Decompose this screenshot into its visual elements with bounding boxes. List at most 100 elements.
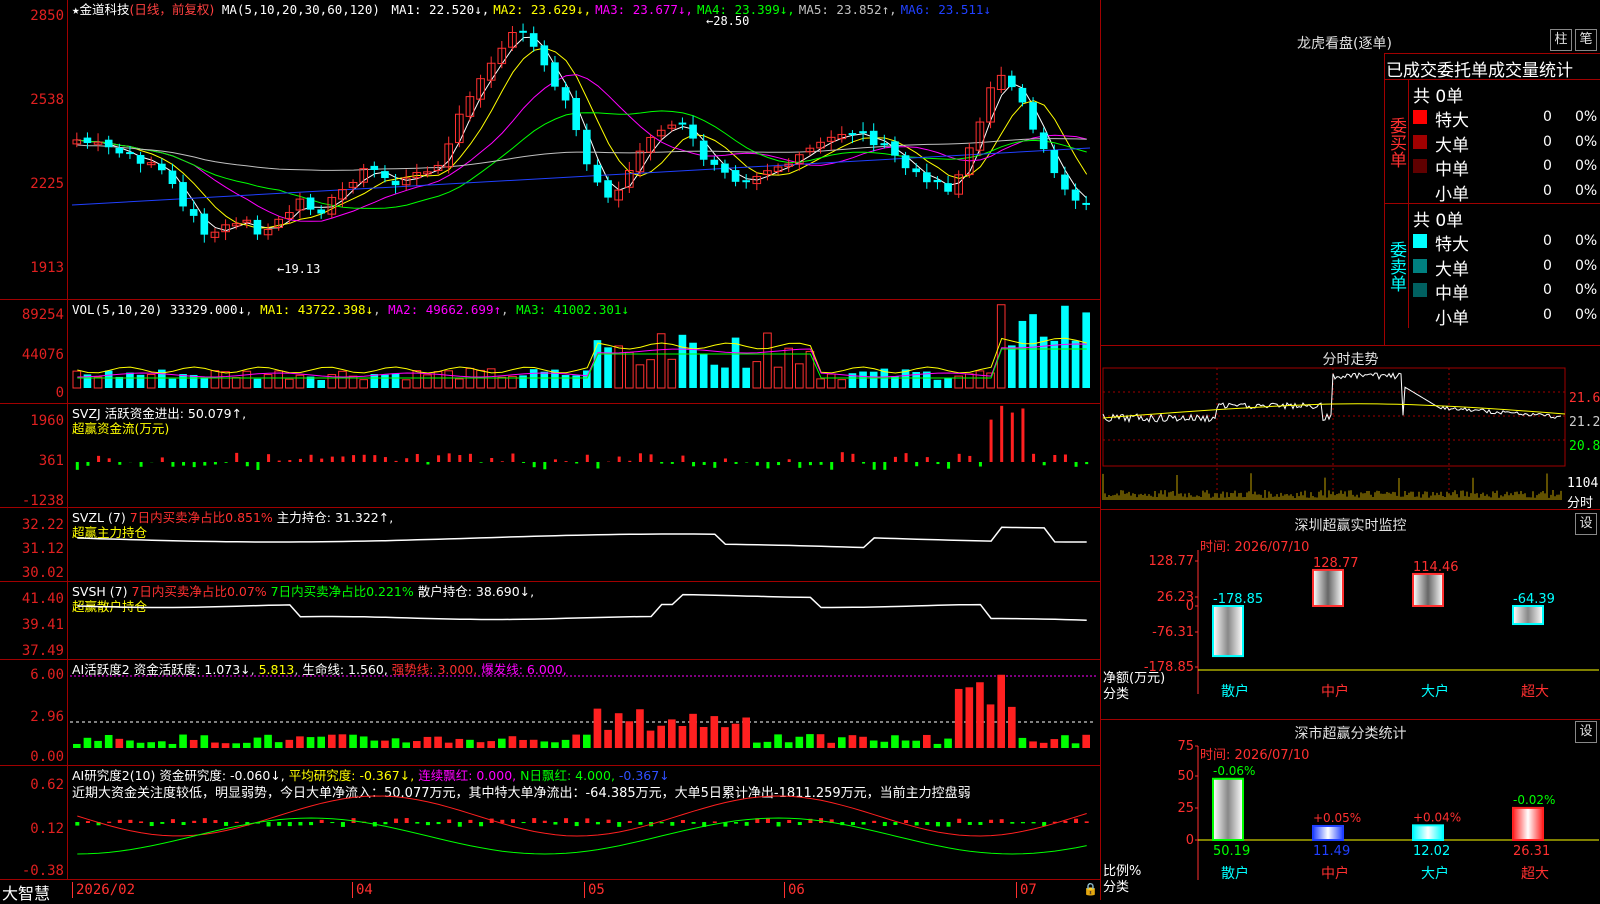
activity-bar bbox=[944, 739, 952, 748]
volume-bar bbox=[424, 375, 432, 388]
candle-down bbox=[902, 155, 910, 168]
buy-total: 共 0单 bbox=[1413, 82, 1463, 107]
longhu-header: 已成交委托单成交量统计 bbox=[1386, 56, 1573, 81]
bar-mode-button[interactable]: 柱 bbox=[1550, 29, 1572, 51]
x-label: 07 bbox=[1016, 882, 1037, 898]
longhu-title: 龙虎看盘(逐单) bbox=[1297, 33, 1392, 53]
research-bar bbox=[468, 820, 472, 823]
candle-down bbox=[1008, 76, 1016, 87]
row-color-swatch bbox=[1413, 184, 1427, 198]
activity-bar bbox=[817, 734, 825, 748]
candle-down bbox=[604, 180, 612, 197]
ai-active-bars[interactable] bbox=[0, 660, 1100, 766]
row-pct: 0% bbox=[1575, 255, 1597, 277]
ai-active-pane[interactable]: 6.00 2.96 0.00 AI活跃度2 资金活跃度: 1.073↓, 5.8… bbox=[0, 660, 1100, 766]
svzj-bars[interactable] bbox=[0, 404, 1100, 508]
candle-down bbox=[1061, 175, 1069, 190]
svzl-pane[interactable]: 32.22 31.12 30.02 SVZL (7) 7日内买卖净占比0.851… bbox=[0, 508, 1100, 582]
change-label: +0.05% bbox=[1313, 811, 1361, 825]
volume-bars[interactable] bbox=[0, 300, 1100, 404]
kline-chart[interactable] bbox=[0, 0, 1100, 300]
svsh-pane[interactable]: 41.40 39.41 37.49 SVSH (7) 7日内买卖净占比0.07%… bbox=[0, 582, 1100, 660]
row-count: 0 bbox=[1543, 131, 1552, 153]
research-bar bbox=[426, 822, 430, 825]
intraday-panel[interactable]: 分时走势 21.68 21.27 20.86 1104 分时 bbox=[1100, 346, 1600, 510]
volume-bar bbox=[73, 371, 81, 388]
category-label: 散户 bbox=[1221, 865, 1249, 882]
research-bar bbox=[787, 820, 791, 823]
research-bar bbox=[182, 822, 186, 825]
volume-bar bbox=[477, 370, 485, 388]
research-bar bbox=[543, 821, 547, 823]
activity-bar bbox=[1019, 738, 1027, 748]
vol-tick: 1104 bbox=[1567, 476, 1598, 491]
ai-research-bars[interactable] bbox=[0, 766, 1100, 880]
activity-bar bbox=[668, 719, 676, 748]
flow-bar bbox=[681, 456, 684, 462]
sell-total: 共 0单 bbox=[1413, 206, 1463, 231]
flow-bar bbox=[1053, 455, 1056, 462]
flow-bar bbox=[448, 453, 451, 462]
flow-bar bbox=[171, 462, 174, 467]
activity-bar bbox=[721, 727, 729, 748]
flow-bar bbox=[384, 457, 387, 462]
activity-bar bbox=[254, 738, 262, 748]
flow-bar bbox=[596, 462, 599, 468]
flow-bar bbox=[990, 420, 993, 462]
research-bar bbox=[150, 822, 154, 826]
activity-bar bbox=[424, 737, 432, 748]
tick-mode-button[interactable]: 笔 bbox=[1575, 29, 1597, 51]
holding-line bbox=[77, 595, 1086, 621]
research-bar bbox=[235, 822, 239, 823]
candle-down bbox=[541, 45, 549, 65]
activity-bar bbox=[243, 743, 251, 748]
row-count: 0 bbox=[1543, 279, 1552, 301]
flow-bar bbox=[650, 454, 653, 462]
volume-bar bbox=[94, 377, 102, 388]
activity-bar bbox=[84, 738, 92, 748]
lock-icon[interactable]: 🔒 bbox=[1083, 882, 1098, 896]
row-label: 中单 bbox=[1435, 279, 1469, 304]
svsh-line[interactable] bbox=[0, 582, 1100, 660]
flow-bar bbox=[76, 462, 79, 470]
svzl-line[interactable] bbox=[0, 508, 1100, 582]
activity-bar bbox=[849, 735, 857, 748]
ai-research-pane[interactable]: 0.62 0.12 -0.38 AI研究度2(10) 资金研究度: -0.060… bbox=[0, 766, 1100, 880]
x-axis: 大智慧 2026/02 04 05 06 07 🔒 bbox=[0, 880, 1100, 900]
activity-bar bbox=[806, 734, 814, 748]
activity-bar bbox=[827, 743, 835, 748]
research-bar bbox=[107, 822, 111, 823]
svzj-pane[interactable]: 1960 361 -1238 SVZJ 活跃资金进出: 50.079↑, 超赢资… bbox=[0, 404, 1100, 508]
volume-bar bbox=[615, 346, 623, 388]
candle-down bbox=[859, 131, 867, 133]
row-count: 0 bbox=[1543, 230, 1552, 252]
activity-bar bbox=[838, 737, 846, 748]
candle-down bbox=[126, 152, 134, 154]
flow-bar bbox=[161, 457, 164, 462]
activity-bar bbox=[519, 740, 527, 748]
candle-down bbox=[583, 130, 591, 164]
activity-bar bbox=[477, 742, 485, 748]
row-pct: 0% bbox=[1575, 131, 1597, 153]
value-label: -64.39 bbox=[1513, 592, 1555, 607]
flow-bar bbox=[968, 456, 971, 462]
value-label: 11.49 bbox=[1313, 844, 1350, 859]
flow-bar bbox=[735, 462, 738, 464]
flow-bar bbox=[724, 458, 727, 462]
candle-down bbox=[700, 141, 708, 160]
volume-bar bbox=[796, 364, 804, 388]
research-bar bbox=[968, 822, 972, 825]
x-label: 06 bbox=[784, 882, 805, 898]
activity-bar bbox=[487, 741, 495, 748]
volume-pane[interactable]: 89254 44076 0 VOL(5,10,20) 33329.000↓, M… bbox=[0, 300, 1100, 404]
vol-ma-line bbox=[77, 338, 1086, 373]
research-bar bbox=[681, 820, 685, 823]
flow-bar bbox=[437, 455, 440, 462]
activity-bar bbox=[679, 726, 687, 748]
candlestick-pane[interactable]: 2850 2538 2225 1913 ★金道科技(日线，前复权) MA(5,1… bbox=[0, 0, 1100, 300]
flow-bar bbox=[575, 462, 578, 463]
intraday-chart[interactable] bbox=[1101, 346, 1600, 510]
activity-bar bbox=[583, 735, 591, 748]
flow-bar bbox=[86, 462, 89, 466]
activity-bar bbox=[636, 709, 644, 748]
